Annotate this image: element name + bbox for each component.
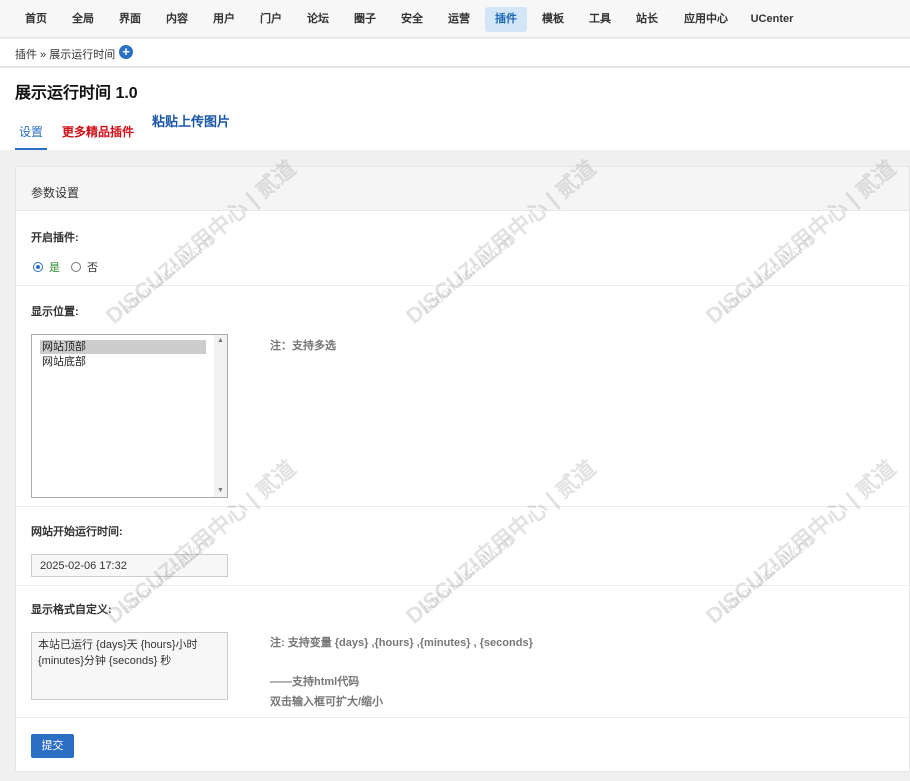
nav-item-tools[interactable]: 工具 <box>579 7 621 32</box>
nav-item-home[interactable]: 首页 <box>15 7 57 32</box>
submit-button[interactable]: 提交 <box>31 734 74 758</box>
nav-item-ucenter[interactable]: UCenter <box>743 7 801 32</box>
nav-item-operations[interactable]: 运营 <box>438 7 480 32</box>
breadcrumb: 插件 » 展示运行时间 <box>15 49 116 61</box>
display-position-label: 显示位置: <box>31 306 79 318</box>
start-time-label: 网站开始运行时间: <box>31 526 123 538</box>
top-nav: 首页 全局 界面 内容 用户 门户 论坛 圈子 安全 运营 插件 模板 工具 站… <box>0 0 910 38</box>
nav-item-app-center[interactable]: 应用中心 <box>676 7 736 32</box>
enable-no-label[interactable]: 否 <box>87 259 98 275</box>
enable-no-radio[interactable] <box>71 262 81 272</box>
format-hint-dblclick: 双击输入框可扩大/缩小 <box>270 696 384 708</box>
format-textarea[interactable]: 本站已运行 {days}天 {hours}小时 {minutes}分钟 {sec… <box>31 632 228 700</box>
nav-item-global[interactable]: 全局 <box>62 7 104 32</box>
format-hint-variables: 注: 支持变量 {days} ,{hours} ,{minutes} , {se… <box>270 637 533 649</box>
plus-circle-icon[interactable]: + <box>119 45 133 59</box>
divider <box>16 717 909 718</box>
tab-paste-upload[interactable]: 粘贴上传图片 <box>152 111 230 130</box>
page-title: 展示运行时间 1.0 <box>15 85 138 102</box>
start-time-input[interactable]: 2025-02-06 17:32 <box>31 554 228 577</box>
divider <box>16 506 909 507</box>
tab-more-plugins[interactable]: 更多精品插件 <box>62 123 134 140</box>
display-position-select[interactable]: 网站顶部 网站底部 ▲ ▼ <box>31 334 228 498</box>
nav-item-plugins[interactable]: 插件 <box>485 7 527 32</box>
position-hint: 注：支持多选 <box>270 340 336 352</box>
format-line-2: {minutes}分钟 {seconds} 秒 <box>38 655 172 667</box>
scroll-down-icon[interactable]: ▼ <box>214 485 227 497</box>
tab-settings[interactable]: 设置 <box>15 118 47 150</box>
nav-item-users[interactable]: 用户 <box>203 7 245 32</box>
nav-item-groups[interactable]: 圈子 <box>344 7 386 32</box>
nav-item-security[interactable]: 安全 <box>391 7 433 32</box>
enable-yes-radio[interactable] <box>33 262 43 272</box>
settings-panel: 参数设置 开启插件: 是 否 显示位置: 网站顶部 网站底部 ▲ ▼ 注：支持多… <box>15 166 910 772</box>
panel-heading: 参数设置 <box>31 186 80 200</box>
divider <box>16 285 909 286</box>
format-line-1: 本站已运行 {days}天 {hours}小时 <box>38 639 198 651</box>
nav-item-webmaster[interactable]: 站长 <box>626 7 668 32</box>
format-hint-html: ——支持html代码 <box>270 676 360 688</box>
option-site-top[interactable]: 网站顶部 <box>40 340 206 354</box>
nav-item-templates[interactable]: 模板 <box>532 7 574 32</box>
scroll-up-icon[interactable]: ▲ <box>214 335 227 347</box>
nav-item-portal[interactable]: 门户 <box>250 7 292 32</box>
format-label: 显示格式自定义: <box>31 604 112 616</box>
nav-item-forum[interactable]: 论坛 <box>297 7 339 32</box>
enable-yes-label[interactable]: 是 <box>49 259 60 275</box>
page-header: 展示运行时间 1.0 设置 更多精品插件 粘贴上传图片 <box>0 68 910 150</box>
panel-header: 参数设置 <box>16 167 909 211</box>
divider <box>16 585 909 586</box>
enable-plugin-label: 开启插件: <box>31 232 79 244</box>
nav-item-interface[interactable]: 界面 <box>109 7 151 32</box>
listbox-scrollbar[interactable]: ▲ ▼ <box>214 335 227 497</box>
breadcrumb-bar: 插件 » 展示运行时间 + <box>0 39 910 67</box>
option-site-bottom[interactable]: 网站底部 <box>40 355 206 369</box>
nav-item-content[interactable]: 内容 <box>156 7 198 32</box>
